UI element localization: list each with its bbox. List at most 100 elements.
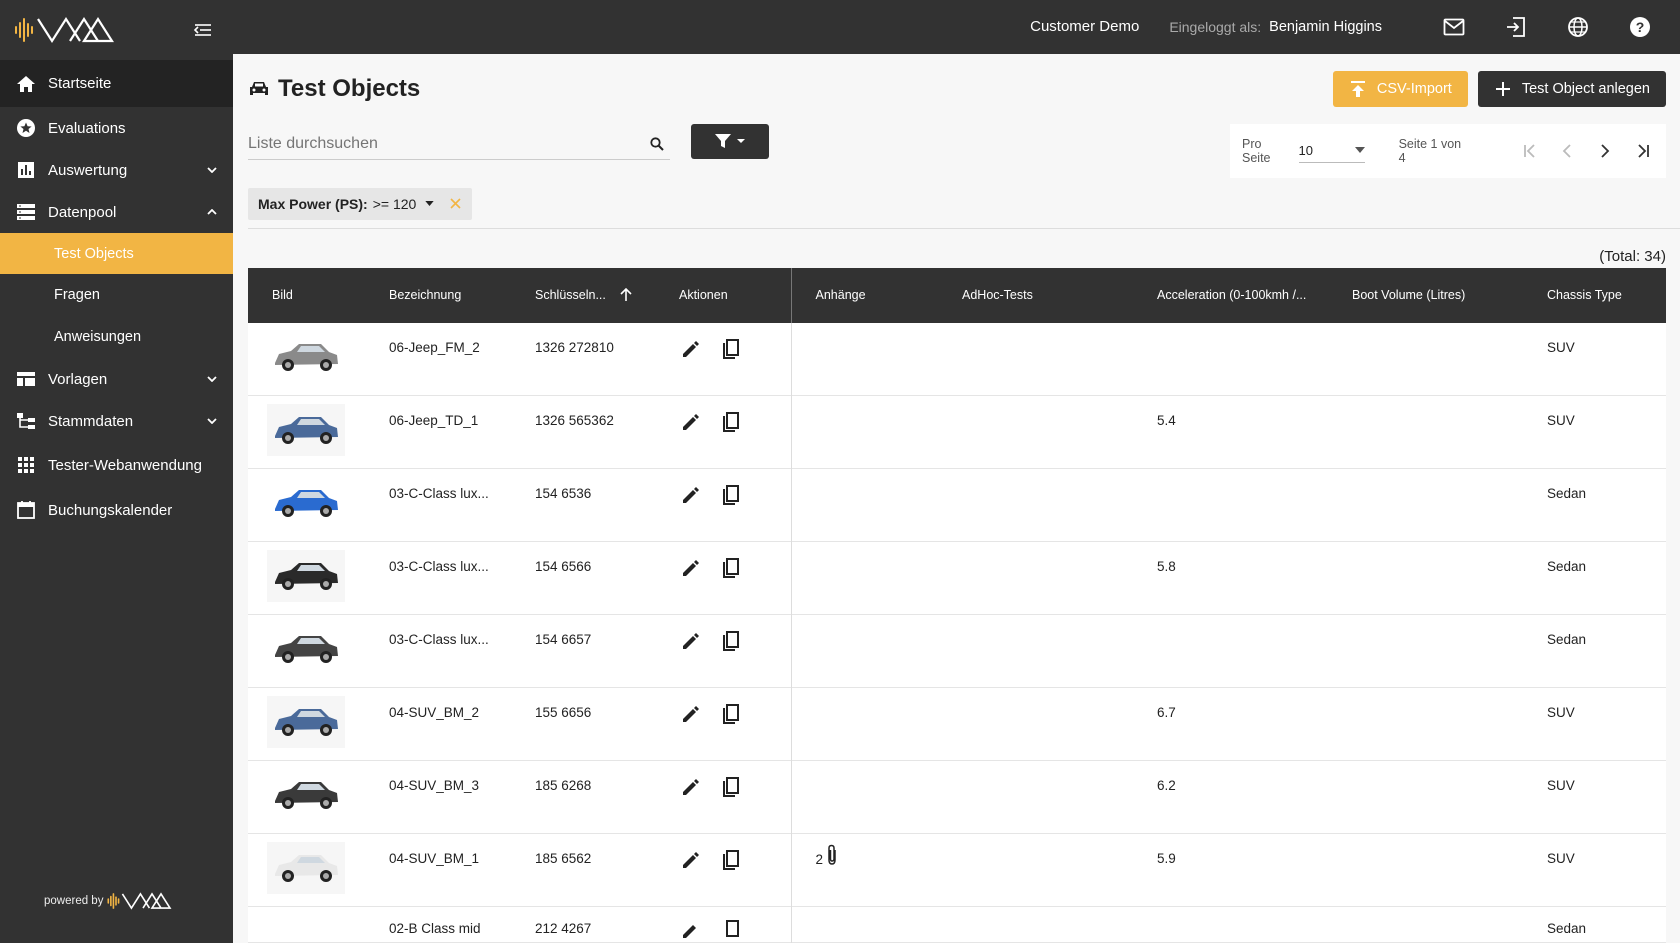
copy-icon[interactable] (719, 410, 743, 434)
column-header-schluesselnummer[interactable]: Schlüsseln... (511, 268, 655, 323)
sidebar-subitem-fragen[interactable]: Fragen (0, 274, 233, 316)
column-header-anhaenge[interactable]: Anhänge (790, 267, 938, 323)
collapse-menu-icon[interactable] (191, 18, 215, 42)
copy-icon[interactable] (719, 918, 743, 942)
search-input[interactable] (248, 135, 648, 153)
column-header-bezeichnung[interactable]: Bezeichnung (365, 268, 511, 323)
cell-anhaenge (790, 687, 938, 761)
per-page-select[interactable]: 10 (1298, 139, 1365, 163)
copy-icon[interactable] (719, 337, 743, 361)
home-icon (16, 74, 36, 94)
edit-icon[interactable] (679, 629, 703, 653)
copy-icon[interactable] (719, 629, 743, 653)
prev-page-icon[interactable] (1556, 139, 1579, 163)
sidebar-item-label: Datenpool (48, 203, 117, 221)
cell-anhaenge (790, 395, 938, 469)
cell-bezeichnung: 03-C-Class lux... (389, 632, 489, 647)
copy-icon[interactable] (719, 702, 743, 726)
mail-icon[interactable] (1442, 15, 1466, 39)
cell-acceleration (1133, 469, 1328, 542)
close-icon[interactable] (448, 197, 462, 211)
sidebar-item-auswertung[interactable]: Auswertung (0, 149, 233, 191)
table-row[interactable]: 04-SUV_BM_1 185 6562 2 5.9 SUV (248, 833, 1666, 907)
globe-icon[interactable] (1566, 15, 1590, 39)
car-image-cell (248, 688, 365, 761)
copy-icon[interactable] (719, 775, 743, 799)
sidebar-subitem-anweisungen[interactable]: Anweisungen (0, 316, 233, 358)
edit-icon[interactable] (679, 848, 703, 872)
edit-icon[interactable] (679, 918, 703, 942)
cell-schluesselnummer: 154 6566 (535, 559, 592, 574)
sidebar-item-vorlagen[interactable]: Vorlagen (0, 358, 233, 400)
edit-icon[interactable] (679, 410, 703, 434)
table-row[interactable]: 03-C-Class lux... 154 6566 5.8 Sedan (248, 541, 1666, 615)
car-icon (248, 78, 270, 100)
filter-chip-field: Max Power (PS): (258, 195, 368, 212)
car-thumbnail[interactable] (267, 696, 345, 748)
first-page-icon[interactable] (1518, 139, 1541, 163)
sidebar-item-startseite[interactable]: Startseite (0, 60, 233, 107)
column-header-boot-volume[interactable]: Boot Volume (Litres) (1328, 268, 1523, 323)
filter-menu-button[interactable] (691, 123, 769, 159)
column-header-adhoc-tests[interactable]: AdHoc-Tests (938, 268, 1133, 323)
edit-icon[interactable] (679, 702, 703, 726)
brand-logo[interactable] (14, 15, 126, 45)
edit-icon[interactable] (679, 775, 703, 799)
cell-aktionen (655, 907, 791, 943)
cell-schluesselnummer: 185 6268 (535, 778, 592, 793)
cell-anhaenge: 2 (790, 833, 939, 907)
car-thumbnail[interactable] (267, 330, 345, 383)
car-thumbnail[interactable] (267, 842, 345, 894)
edit-icon[interactable] (679, 483, 703, 507)
table-row[interactable]: 06-Jeep_FM_2 1326 272810 SUV (248, 322, 1666, 396)
sidebar-subitem-test-objects[interactable]: Test Objects (0, 233, 233, 274)
sidebar-subitem-label: Fragen (54, 287, 100, 303)
cell-adhoc-tests (938, 323, 1133, 396)
column-header-acceleration[interactable]: Acceleration (0-100kmh /... (1133, 268, 1328, 323)
caret-down-icon[interactable] (422, 197, 436, 211)
sidebar-item-datenpool[interactable]: Datenpool (0, 191, 233, 233)
sidebar-item-label: Startseite (48, 75, 112, 92)
sidebar-item-buchungskalender[interactable]: Buchungskalender (0, 486, 233, 534)
cell-acceleration: 5.4 (1157, 413, 1176, 428)
sidebar-item-evaluations[interactable]: Evaluations (0, 107, 233, 149)
table-row[interactable]: 02-B Class mid 212 4267 Sedan (248, 906, 1666, 943)
copy-icon[interactable] (719, 848, 743, 872)
table-row[interactable]: 06-Jeep_TD_1 1326 565362 5.4 SUV (248, 395, 1666, 469)
sidebar-item-stammdaten[interactable]: Stammdaten (0, 400, 233, 442)
table-row[interactable]: 04-SUV_BM_3 185 6268 6.2 SUV (248, 760, 1666, 834)
chevron-up-icon (205, 205, 219, 219)
edit-icon[interactable] (679, 556, 703, 580)
cell-aktionen (655, 396, 791, 469)
csv-import-button[interactable]: CSV-Import (1332, 70, 1468, 107)
column-header-bild[interactable]: Bild (248, 268, 365, 323)
cell-anhaenge (790, 906, 938, 943)
car-thumbnail[interactable] (267, 477, 345, 529)
cell-chassis-type: Sedan (1547, 632, 1587, 647)
copy-icon[interactable] (719, 483, 743, 507)
cell-chassis-type: Sedan (1547, 486, 1587, 501)
cell-chassis-type: Sedan (1547, 559, 1587, 574)
active-filter-chip[interactable]: Max Power (PS): >= 120 (248, 187, 473, 220)
search-icon[interactable] (648, 135, 666, 153)
powered-by-text: powered by (44, 895, 104, 907)
last-page-icon[interactable] (1631, 139, 1654, 163)
copy-icon[interactable] (719, 556, 743, 580)
next-page-icon[interactable] (1594, 139, 1617, 163)
car-thumbnail[interactable] (267, 623, 345, 675)
sidebar-item-tester-webanwendung[interactable]: Tester-Webanwendung (0, 444, 233, 486)
table-row[interactable]: 04-SUV_BM_2 155 6656 6.7 SUV (248, 687, 1666, 761)
edit-icon[interactable] (679, 337, 703, 361)
car-thumbnail[interactable] (267, 550, 345, 602)
table-row[interactable]: 03-C-Class lux... 154 6657 Sedan (248, 614, 1666, 688)
attachment-count[interactable]: 2 (816, 844, 939, 869)
logout-icon[interactable] (1504, 15, 1528, 39)
add-test-object-button[interactable]: Test Object anlegen (1477, 70, 1666, 107)
car-thumbnail[interactable] (267, 769, 345, 821)
car-thumbnail[interactable] (267, 404, 345, 456)
column-header-chassis-type[interactable]: Chassis Type (1523, 268, 1666, 323)
cell-bezeichnung: 03-C-Class lux... (389, 486, 489, 501)
table-row[interactable]: 03-C-Class lux... 154 6536 Sedan (248, 468, 1666, 542)
help-icon[interactable]: ? (1628, 15, 1652, 39)
customer-name[interactable]: Customer Demo (1030, 18, 1139, 35)
